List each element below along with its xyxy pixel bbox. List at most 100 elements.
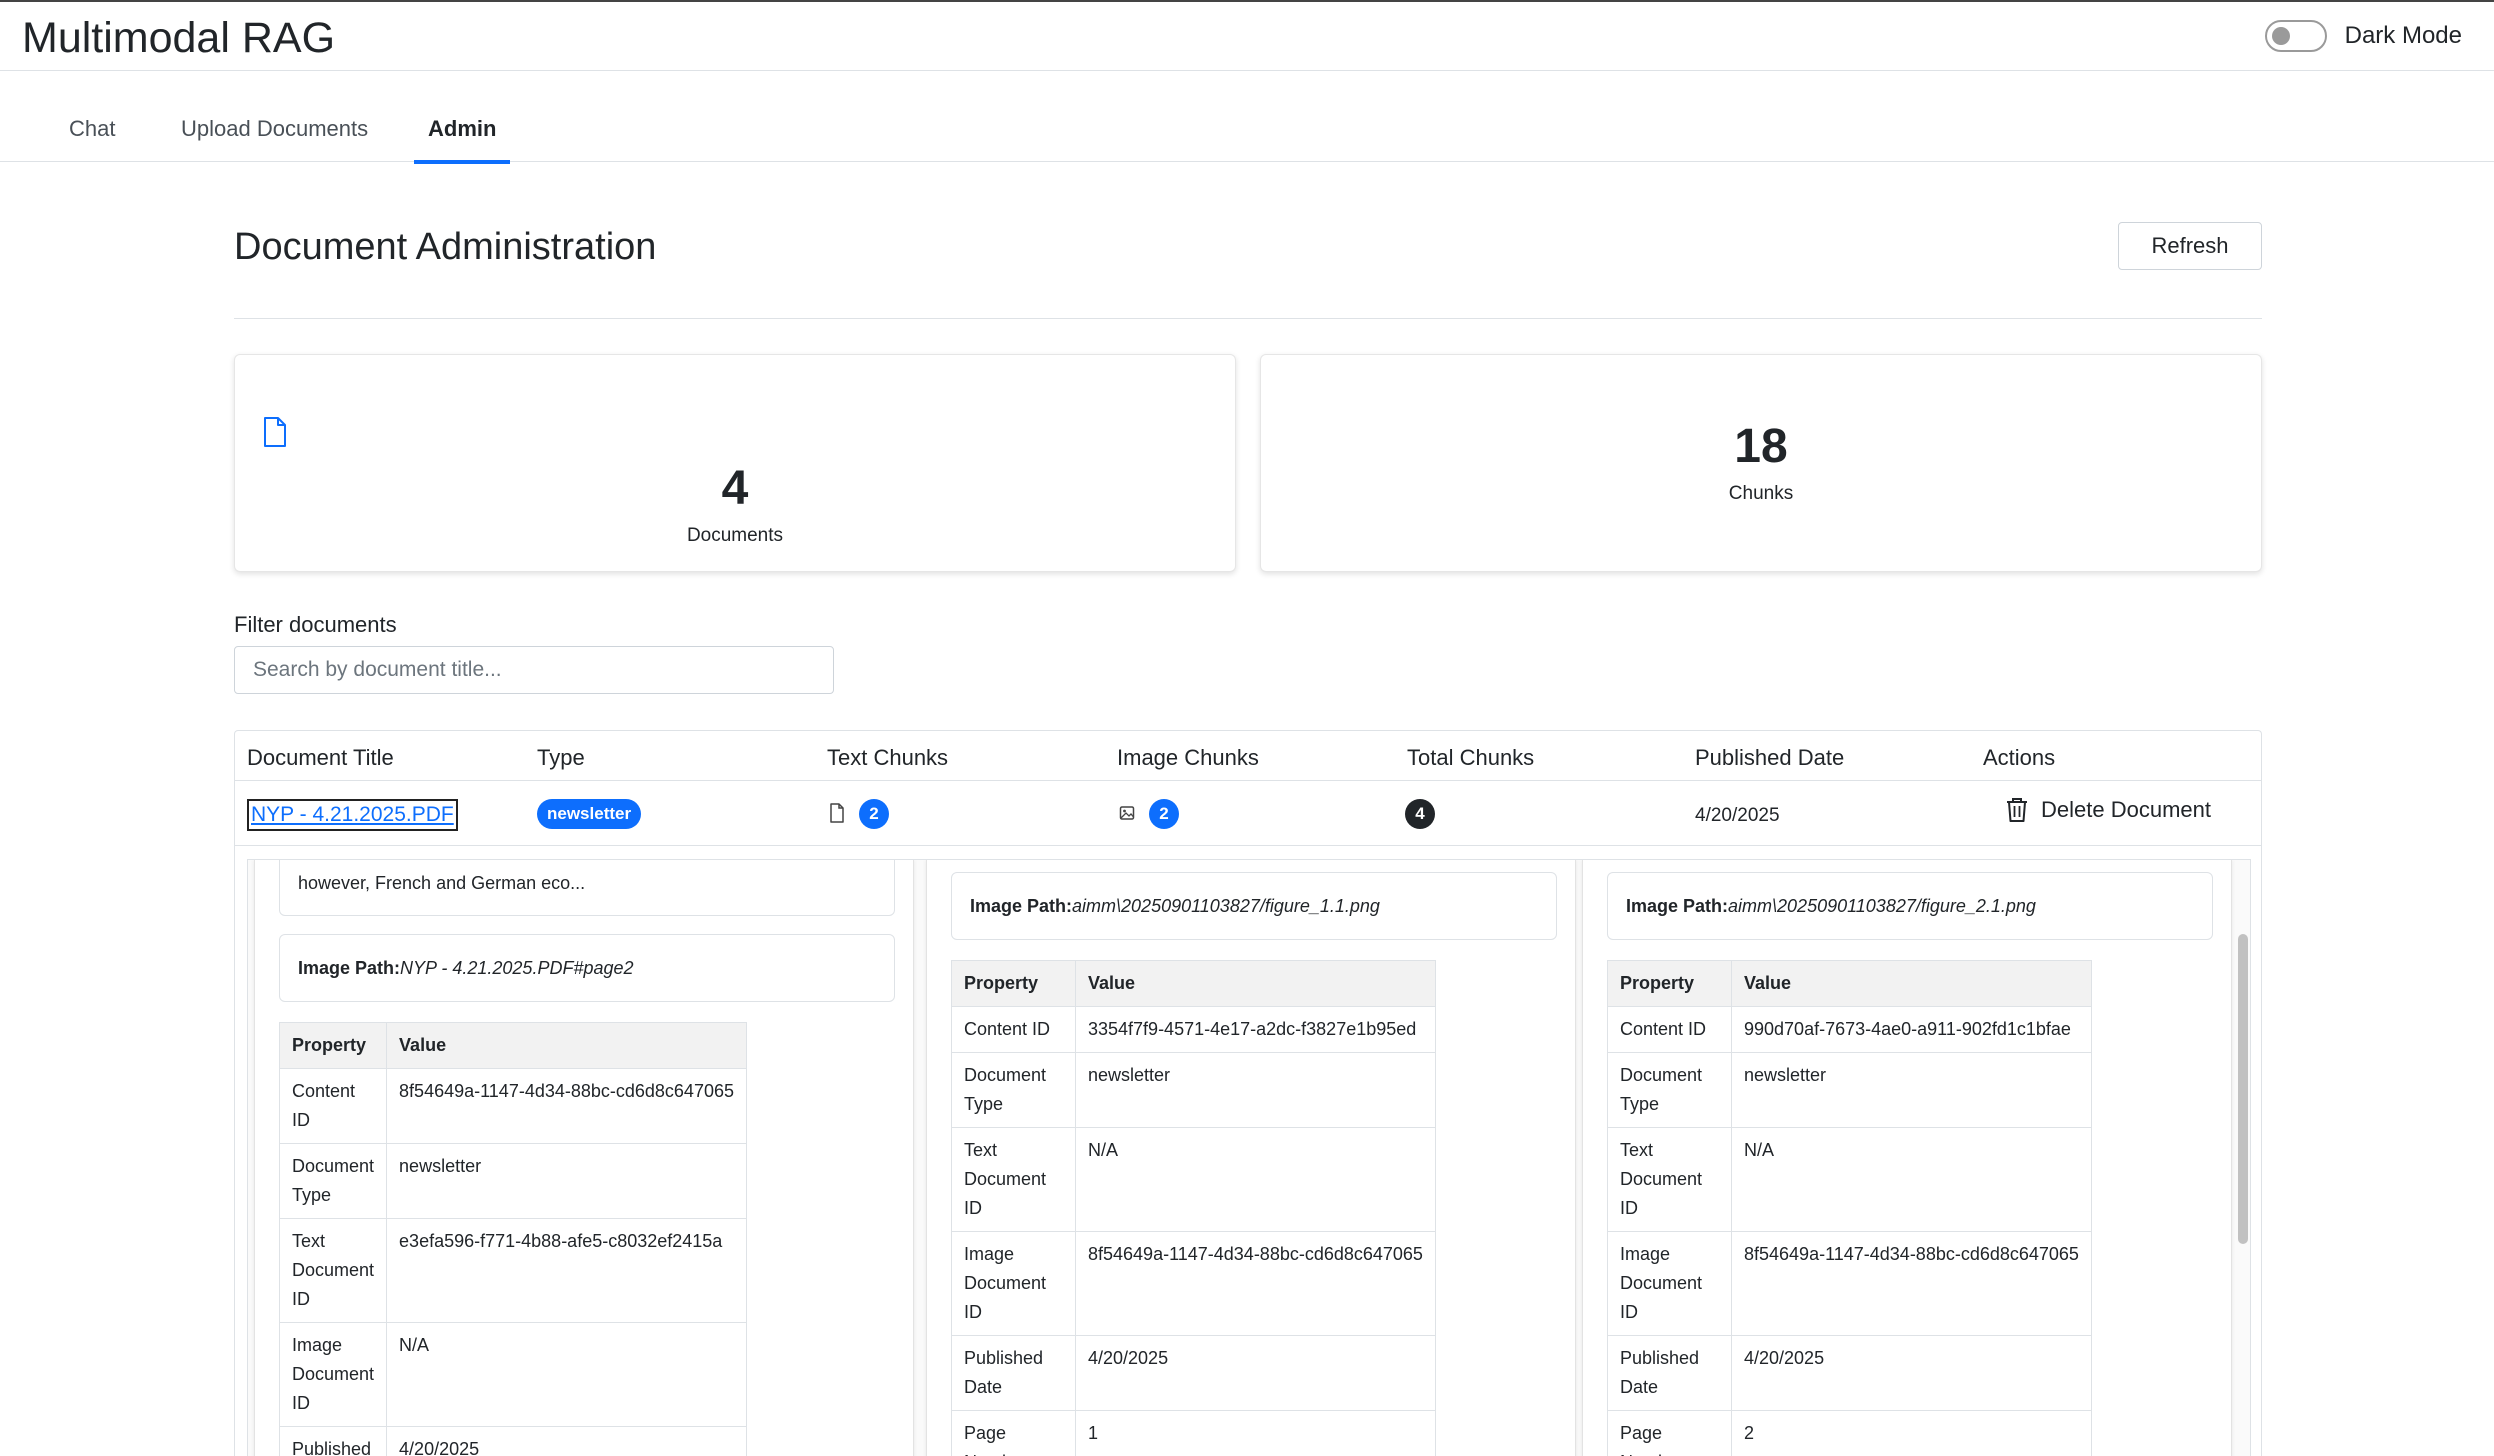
col-header-title[interactable]: Document Title — [247, 745, 394, 771]
col-header-text-chunks[interactable]: Text Chunks — [827, 745, 948, 771]
toggle-knob — [2271, 27, 2290, 45]
property-cell: Page Number — [951, 1410, 1076, 1456]
value-cell: 4/20/2025 — [386, 1426, 747, 1456]
table-row: Content ID 3354f7f9-4571-4e17-a2dc-f3827e… — [951, 1006, 1436, 1053]
tab-chat[interactable]: Chat — [69, 116, 115, 162]
details-scrollbar[interactable] — [2238, 934, 2248, 1244]
tab-admin-label: Admin — [428, 116, 497, 141]
property-cell: Document Type — [278, 1143, 388, 1219]
document-title-link[interactable]: NYP - 4.21.2025.PDF — [247, 799, 458, 831]
dark-mode-label: Dark Mode — [2344, 22, 2462, 49]
value-cell: 990d70af-7673-4ae0-a911-902fd1c1bfae — [1731, 1006, 2092, 1053]
table-row: Image Document ID 8f54649a-1147-4d34-88bc… — [1607, 1231, 2092, 1336]
col-header-published-date[interactable]: Published Date — [1695, 745, 1844, 771]
app-header: Multimodal RAG Dark Mode — [0, 0, 2494, 71]
value-cell: 8f54649a-1147-4d34-88bc-cd6d8c647065 — [386, 1068, 747, 1144]
documents-stat-card: 4 Documents — [234, 354, 1236, 572]
col-header-total-chunks[interactable]: Total Chunks — [1407, 745, 1534, 771]
image-chunk-count: 2 — [1149, 799, 1179, 829]
image-path-card: Image Path:aimm\20250901103827/figure_2.… — [1607, 872, 2213, 940]
delete-document-button[interactable]: Delete Document — [2005, 797, 2211, 823]
chunk-text: however, French and German eco... — [298, 873, 586, 893]
table-row: Image Document ID N/A — [278, 1322, 747, 1427]
row-separator — [235, 845, 2261, 846]
text-chunk-count: 2 — [859, 799, 889, 829]
table-row: Image Document ID 8f54649a-1147-4d34-88bc… — [951, 1231, 1436, 1336]
table-row: Content ID 8f54649a-1147-4d34-88bc-cd6d8c… — [278, 1068, 747, 1144]
table-row: Document Type newsletter — [951, 1052, 1436, 1128]
property-cell: Image Document ID — [951, 1231, 1076, 1336]
image-chunk-icon — [1119, 806, 1135, 820]
value-cell: 1 — [1075, 1410, 1436, 1456]
table-row: Page Number1 — [951, 1410, 1436, 1456]
chunk-properties-table: Property Value Content ID 990d70af-7673-4a… — [1607, 960, 2092, 1456]
property-cell: Content ID — [951, 1006, 1076, 1053]
delete-document-label: Delete Document — [2041, 797, 2211, 822]
property-cell: Page Number — [1607, 1410, 1732, 1456]
documents-count: 4 — [721, 462, 749, 515]
value-cell: 4/20/2025 — [1731, 1335, 2092, 1411]
property-cell: Image Document ID — [278, 1322, 388, 1427]
filter-input[interactable] — [234, 646, 834, 694]
chunk-details-panel: however, French and German eco... Image … — [247, 859, 2251, 1456]
tab-bar: Chat Upload Documents Admin — [0, 72, 2494, 164]
property-cell: Published — [278, 1426, 388, 1456]
property-cell: Image Document ID — [1607, 1231, 1732, 1336]
value-cell: newsletter — [386, 1143, 747, 1219]
table-row: Published Date 4/20/2025 — [1607, 1335, 2092, 1411]
documents-table: Document Title Type Text Chunks Image Ch… — [234, 730, 2262, 1456]
value-cell: 3354f7f9-4571-4e17-a2dc-f3827e1b95ed — [1075, 1006, 1436, 1053]
image-path-value: aimm\20250901103827/figure_2.1.png — [1728, 896, 2036, 916]
property-header: Property — [278, 1022, 388, 1069]
table-row: Text Document ID e3efa596-f771-4b88-afe5-… — [278, 1218, 747, 1323]
property-cell: Text Document ID — [1607, 1127, 1732, 1232]
property-cell: Published Date — [951, 1335, 1076, 1411]
chunk-properties-table: Property Value Content ID 8f54649a-1147-4d… — [278, 1022, 747, 1456]
tab-upload-documents[interactable]: Upload Documents — [181, 116, 368, 162]
image-path-label: Image Path: — [970, 896, 1073, 916]
table-row: Page Number2 — [1607, 1410, 2092, 1456]
table-row: Document Type newsletter — [278, 1143, 747, 1219]
table-row: Text Document ID N/A — [1607, 1127, 2092, 1232]
value-header: Value — [386, 1022, 747, 1069]
tab-admin[interactable]: Admin — [414, 116, 511, 164]
table-row: Text Document ID N/A — [951, 1127, 1436, 1232]
chunks-label: Chunks — [1728, 483, 1794, 504]
image-path-card: Image Path:NYP - 4.21.2025.PDF#page2 — [279, 934, 895, 1002]
col-header-actions: Actions — [1983, 745, 2056, 770]
chunks-count: 18 — [1734, 420, 1788, 473]
page-title: Document Administration — [234, 226, 657, 268]
value-header: Value — [1075, 960, 1436, 1007]
property-cell: Content ID — [1607, 1006, 1732, 1053]
chunk-properties-table: Property Value Content ID 3354f7f9-4571-4e… — [951, 960, 1436, 1456]
property-cell: Document Type — [1607, 1052, 1732, 1128]
col-header-type[interactable]: Type — [537, 745, 585, 771]
property-cell: Published Date — [1607, 1335, 1732, 1411]
table-row: Published Date 4/20/2025 — [951, 1335, 1436, 1411]
divider — [234, 318, 2262, 319]
property-cell: Text Document ID — [951, 1127, 1076, 1232]
property-header: Property — [951, 960, 1076, 1007]
chunk-column-3: Image Path:aimm\20250901103827/figure_2.… — [1582, 860, 2232, 1456]
filter-label: Filter documents — [234, 612, 397, 637]
dark-mode-control: Dark Mode — [2264, 20, 2462, 52]
chunk-text-preview: however, French and German eco... — [279, 860, 895, 916]
value-cell: 8f54649a-1147-4d34-88bc-cd6d8c647065 — [1075, 1231, 1436, 1336]
document-icon — [264, 417, 286, 447]
trash-icon — [2007, 798, 2027, 822]
hidden-line — [298, 860, 876, 869]
dark-mode-toggle[interactable] — [2264, 20, 2327, 52]
published-date-cell: 4/20/2025 — [1695, 805, 1780, 826]
col-header-image-chunks[interactable]: Image Chunks — [1117, 745, 1259, 771]
chunk-column-1: however, French and German eco... Image … — [254, 860, 914, 1456]
value-cell: newsletter — [1731, 1052, 2092, 1128]
header-separator — [235, 780, 2261, 781]
chunks-stat-card: 18 Chunks — [1260, 354, 2262, 572]
value-cell: 4/20/2025 — [1075, 1335, 1436, 1411]
image-path-card: Image Path:aimm\20250901103827/figure_1.… — [951, 872, 1557, 940]
refresh-button[interactable]: Refresh — [2118, 222, 2262, 270]
text-chunk-icon — [830, 803, 844, 823]
image-path-label: Image Path: — [298, 958, 401, 978]
documents-label: Documents — [686, 525, 784, 546]
table-row: Published 4/20/2025 — [278, 1426, 747, 1456]
